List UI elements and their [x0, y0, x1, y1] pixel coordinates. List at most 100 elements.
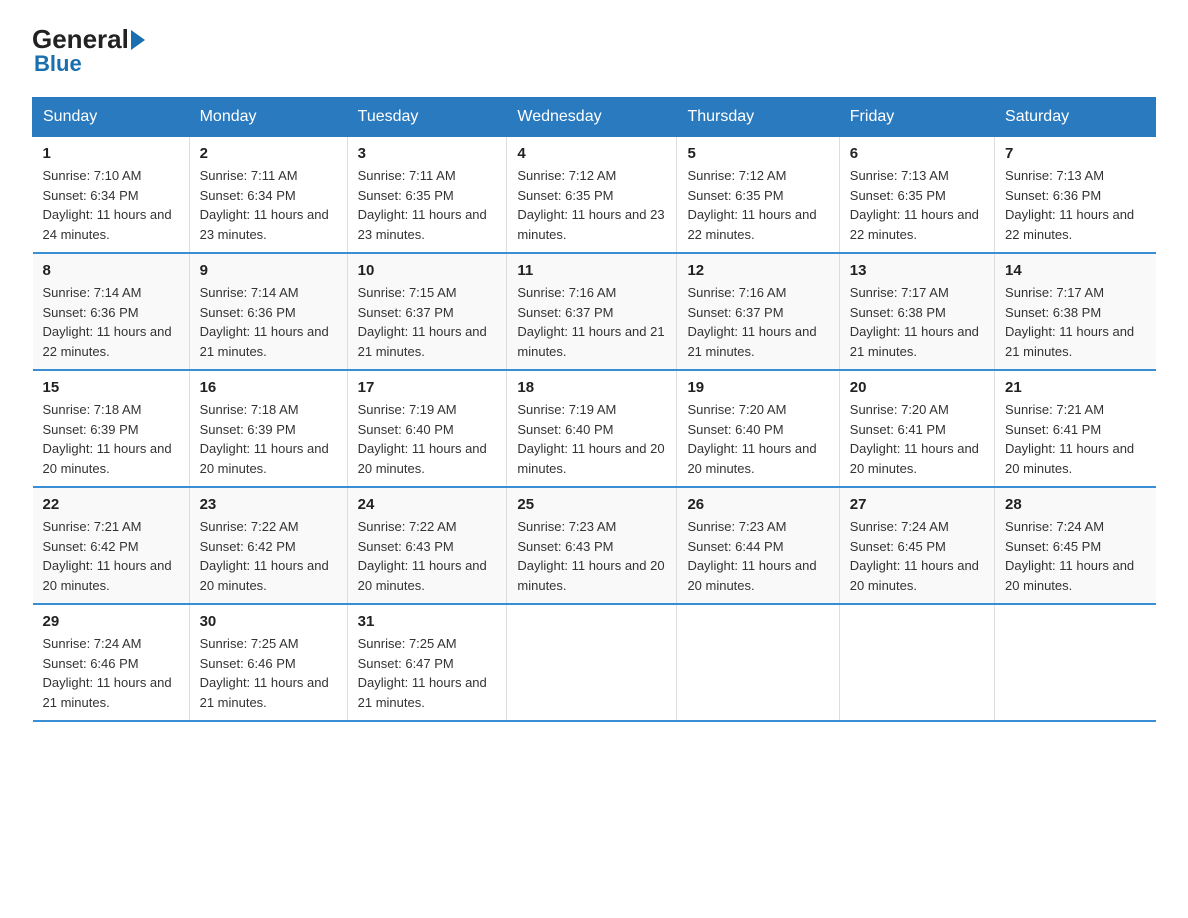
calendar-cell: 15Sunrise: 7:18 AMSunset: 6:39 PMDayligh…: [33, 370, 190, 487]
day-number: 6: [850, 145, 984, 162]
day-info: Sunrise: 7:22 AMSunset: 6:43 PMDaylight:…: [358, 517, 497, 595]
calendar-week-row: 1 Sunrise: 7:10 AMSunset: 6:34 PMDaylight…: [33, 137, 1156, 254]
calendar-cell: 22Sunrise: 7:21 AMSunset: 6:42 PMDayligh…: [33, 487, 190, 604]
day-info: Sunrise: 7:12 AMSunset: 6:35 PMDaylight:…: [517, 166, 666, 244]
day-number: 30: [200, 613, 337, 630]
day-info: Sunrise: 7:15 AMSunset: 6:37 PMDaylight:…: [358, 283, 497, 361]
col-header-tuesday: Tuesday: [347, 98, 507, 137]
day-info: Sunrise: 7:20 AMSunset: 6:41 PMDaylight:…: [850, 400, 984, 478]
calendar-cell: [507, 604, 677, 721]
day-info: Sunrise: 7:23 AMSunset: 6:44 PMDaylight:…: [687, 517, 828, 595]
day-info: Sunrise: 7:19 AMSunset: 6:40 PMDaylight:…: [358, 400, 497, 478]
calendar-cell: 21 Sunrise: 7:21 AMSunset: 6:41 PMDayligh…: [995, 370, 1156, 487]
day-number: 7: [1005, 145, 1145, 162]
day-number: 3: [358, 145, 497, 162]
calendar-header-row: SundayMondayTuesdayWednesdayThursdayFrid…: [33, 98, 1156, 137]
day-info: Sunrise: 7:22 AMSunset: 6:42 PMDaylight:…: [200, 517, 337, 595]
col-header-friday: Friday: [839, 98, 994, 137]
calendar-cell: [995, 604, 1156, 721]
calendar-week-row: 29 Sunrise: 7:24 AMSunset: 6:46 PMDayligh…: [33, 604, 1156, 721]
calendar-cell: 7 Sunrise: 7:13 AMSunset: 6:36 PMDaylight…: [995, 137, 1156, 254]
day-info: Sunrise: 7:12 AMSunset: 6:35 PMDaylight:…: [687, 166, 828, 244]
calendar-cell: 6 Sunrise: 7:13 AMSunset: 6:35 PMDaylight…: [839, 137, 994, 254]
day-number: 27: [850, 496, 984, 513]
calendar-week-row: 22Sunrise: 7:21 AMSunset: 6:42 PMDayligh…: [33, 487, 1156, 604]
day-info: Sunrise: 7:17 AMSunset: 6:38 PMDaylight:…: [1005, 283, 1145, 361]
col-header-thursday: Thursday: [677, 98, 839, 137]
day-number: 29: [43, 613, 179, 630]
calendar-cell: 26 Sunrise: 7:23 AMSunset: 6:44 PMDayligh…: [677, 487, 839, 604]
calendar-cell: 29 Sunrise: 7:24 AMSunset: 6:46 PMDayligh…: [33, 604, 190, 721]
day-info: Sunrise: 7:10 AMSunset: 6:34 PMDaylight:…: [43, 166, 179, 244]
col-header-saturday: Saturday: [995, 98, 1156, 137]
calendar-cell: 3 Sunrise: 7:11 AMSunset: 6:35 PMDaylight…: [347, 137, 507, 254]
col-header-wednesday: Wednesday: [507, 98, 677, 137]
day-info: Sunrise: 7:16 AMSunset: 6:37 PMDaylight:…: [517, 283, 666, 361]
calendar-cell: 30 Sunrise: 7:25 AMSunset: 6:46 PMDayligh…: [189, 604, 347, 721]
day-number: 1: [43, 145, 179, 162]
calendar-cell: 23 Sunrise: 7:22 AMSunset: 6:42 PMDayligh…: [189, 487, 347, 604]
day-number: 19: [687, 379, 828, 396]
day-number: 14: [1005, 262, 1145, 279]
day-number: 13: [850, 262, 984, 279]
calendar-cell: 31 Sunrise: 7:25 AMSunset: 6:47 PMDayligh…: [347, 604, 507, 721]
calendar-cell: 13 Sunrise: 7:17 AMSunset: 6:38 PMDayligh…: [839, 253, 994, 370]
day-number: 8: [43, 262, 179, 279]
day-number: 12: [687, 262, 828, 279]
col-header-monday: Monday: [189, 98, 347, 137]
day-number: 10: [358, 262, 497, 279]
day-info: Sunrise: 7:25 AMSunset: 6:47 PMDaylight:…: [358, 634, 497, 712]
calendar-cell: 16 Sunrise: 7:18 AMSunset: 6:39 PMDayligh…: [189, 370, 347, 487]
day-info: Sunrise: 7:25 AMSunset: 6:46 PMDaylight:…: [200, 634, 337, 712]
day-number: 15: [43, 379, 179, 396]
day-number: 23: [200, 496, 337, 513]
logo-arrow-icon: [131, 30, 145, 50]
header: General Blue: [32, 24, 1156, 77]
day-number: 26: [687, 496, 828, 513]
day-number: 9: [200, 262, 337, 279]
day-info: Sunrise: 7:11 AMSunset: 6:34 PMDaylight:…: [200, 166, 337, 244]
day-number: 28: [1005, 496, 1145, 513]
day-number: 5: [687, 145, 828, 162]
day-number: 4: [517, 145, 666, 162]
day-number: 21: [1005, 379, 1145, 396]
day-info: Sunrise: 7:21 AMSunset: 6:41 PMDaylight:…: [1005, 400, 1145, 478]
calendar-cell: 19 Sunrise: 7:20 AMSunset: 6:40 PMDayligh…: [677, 370, 839, 487]
day-number: 2: [200, 145, 337, 162]
day-info: Sunrise: 7:17 AMSunset: 6:38 PMDaylight:…: [850, 283, 984, 361]
calendar-cell: 12 Sunrise: 7:16 AMSunset: 6:37 PMDayligh…: [677, 253, 839, 370]
col-header-sunday: Sunday: [33, 98, 190, 137]
calendar-cell: 9 Sunrise: 7:14 AMSunset: 6:36 PMDaylight…: [189, 253, 347, 370]
day-number: 11: [517, 262, 666, 279]
day-info: Sunrise: 7:13 AMSunset: 6:35 PMDaylight:…: [850, 166, 984, 244]
calendar-cell: 5 Sunrise: 7:12 AMSunset: 6:35 PMDaylight…: [677, 137, 839, 254]
calendar-cell: [677, 604, 839, 721]
day-info: Sunrise: 7:18 AMSunset: 6:39 PMDaylight:…: [200, 400, 337, 478]
day-info: Sunrise: 7:24 AMSunset: 6:46 PMDaylight:…: [43, 634, 179, 712]
calendar-cell: 1 Sunrise: 7:10 AMSunset: 6:34 PMDaylight…: [33, 137, 190, 254]
calendar-cell: 8Sunrise: 7:14 AMSunset: 6:36 PMDaylight…: [33, 253, 190, 370]
day-info: Sunrise: 7:21 AMSunset: 6:42 PMDaylight:…: [43, 517, 179, 595]
day-info: Sunrise: 7:20 AMSunset: 6:40 PMDaylight:…: [687, 400, 828, 478]
calendar-cell: 17Sunrise: 7:19 AMSunset: 6:40 PMDayligh…: [347, 370, 507, 487]
day-number: 31: [358, 613, 497, 630]
calendar-table: SundayMondayTuesdayWednesdayThursdayFrid…: [32, 97, 1156, 722]
day-info: Sunrise: 7:11 AMSunset: 6:35 PMDaylight:…: [358, 166, 497, 244]
calendar-week-row: 15 Sunrise: 7:18 AMSunset: 6:39 PMDayligh…: [33, 370, 1156, 487]
calendar-cell: 27 Sunrise: 7:24 AMSunset: 6:45 PMDayligh…: [839, 487, 994, 604]
day-number: 16: [200, 379, 337, 396]
day-info: Sunrise: 7:16 AMSunset: 6:37 PMDaylight:…: [687, 283, 828, 361]
day-number: 20: [850, 379, 984, 396]
calendar-cell: [839, 604, 994, 721]
day-info: Sunrise: 7:24 AMSunset: 6:45 PMDaylight:…: [850, 517, 984, 595]
calendar-cell: 2 Sunrise: 7:11 AMSunset: 6:34 PMDaylight…: [189, 137, 347, 254]
calendar-cell: 14 Sunrise: 7:17 AMSunset: 6:38 PMDayligh…: [995, 253, 1156, 370]
day-info: Sunrise: 7:24 AMSunset: 6:45 PMDaylight:…: [1005, 517, 1145, 595]
calendar-cell: 25Sunrise: 7:23 AMSunset: 6:43 PMDayligh…: [507, 487, 677, 604]
calendar-cell: 4 Sunrise: 7:12 AMSunset: 6:35 PMDaylight…: [507, 137, 677, 254]
day-info: Sunrise: 7:13 AMSunset: 6:36 PMDaylight:…: [1005, 166, 1145, 244]
calendar-cell: 11 Sunrise: 7:16 AMSunset: 6:37 PMDayligh…: [507, 253, 677, 370]
day-info: Sunrise: 7:19 AMSunset: 6:40 PMDaylight:…: [517, 400, 666, 478]
calendar-week-row: 8 Sunrise: 7:14 AMSunset: 6:36 PMDaylight…: [33, 253, 1156, 370]
day-info: Sunrise: 7:14 AMSunset: 6:36 PMDaylight:…: [200, 283, 337, 361]
